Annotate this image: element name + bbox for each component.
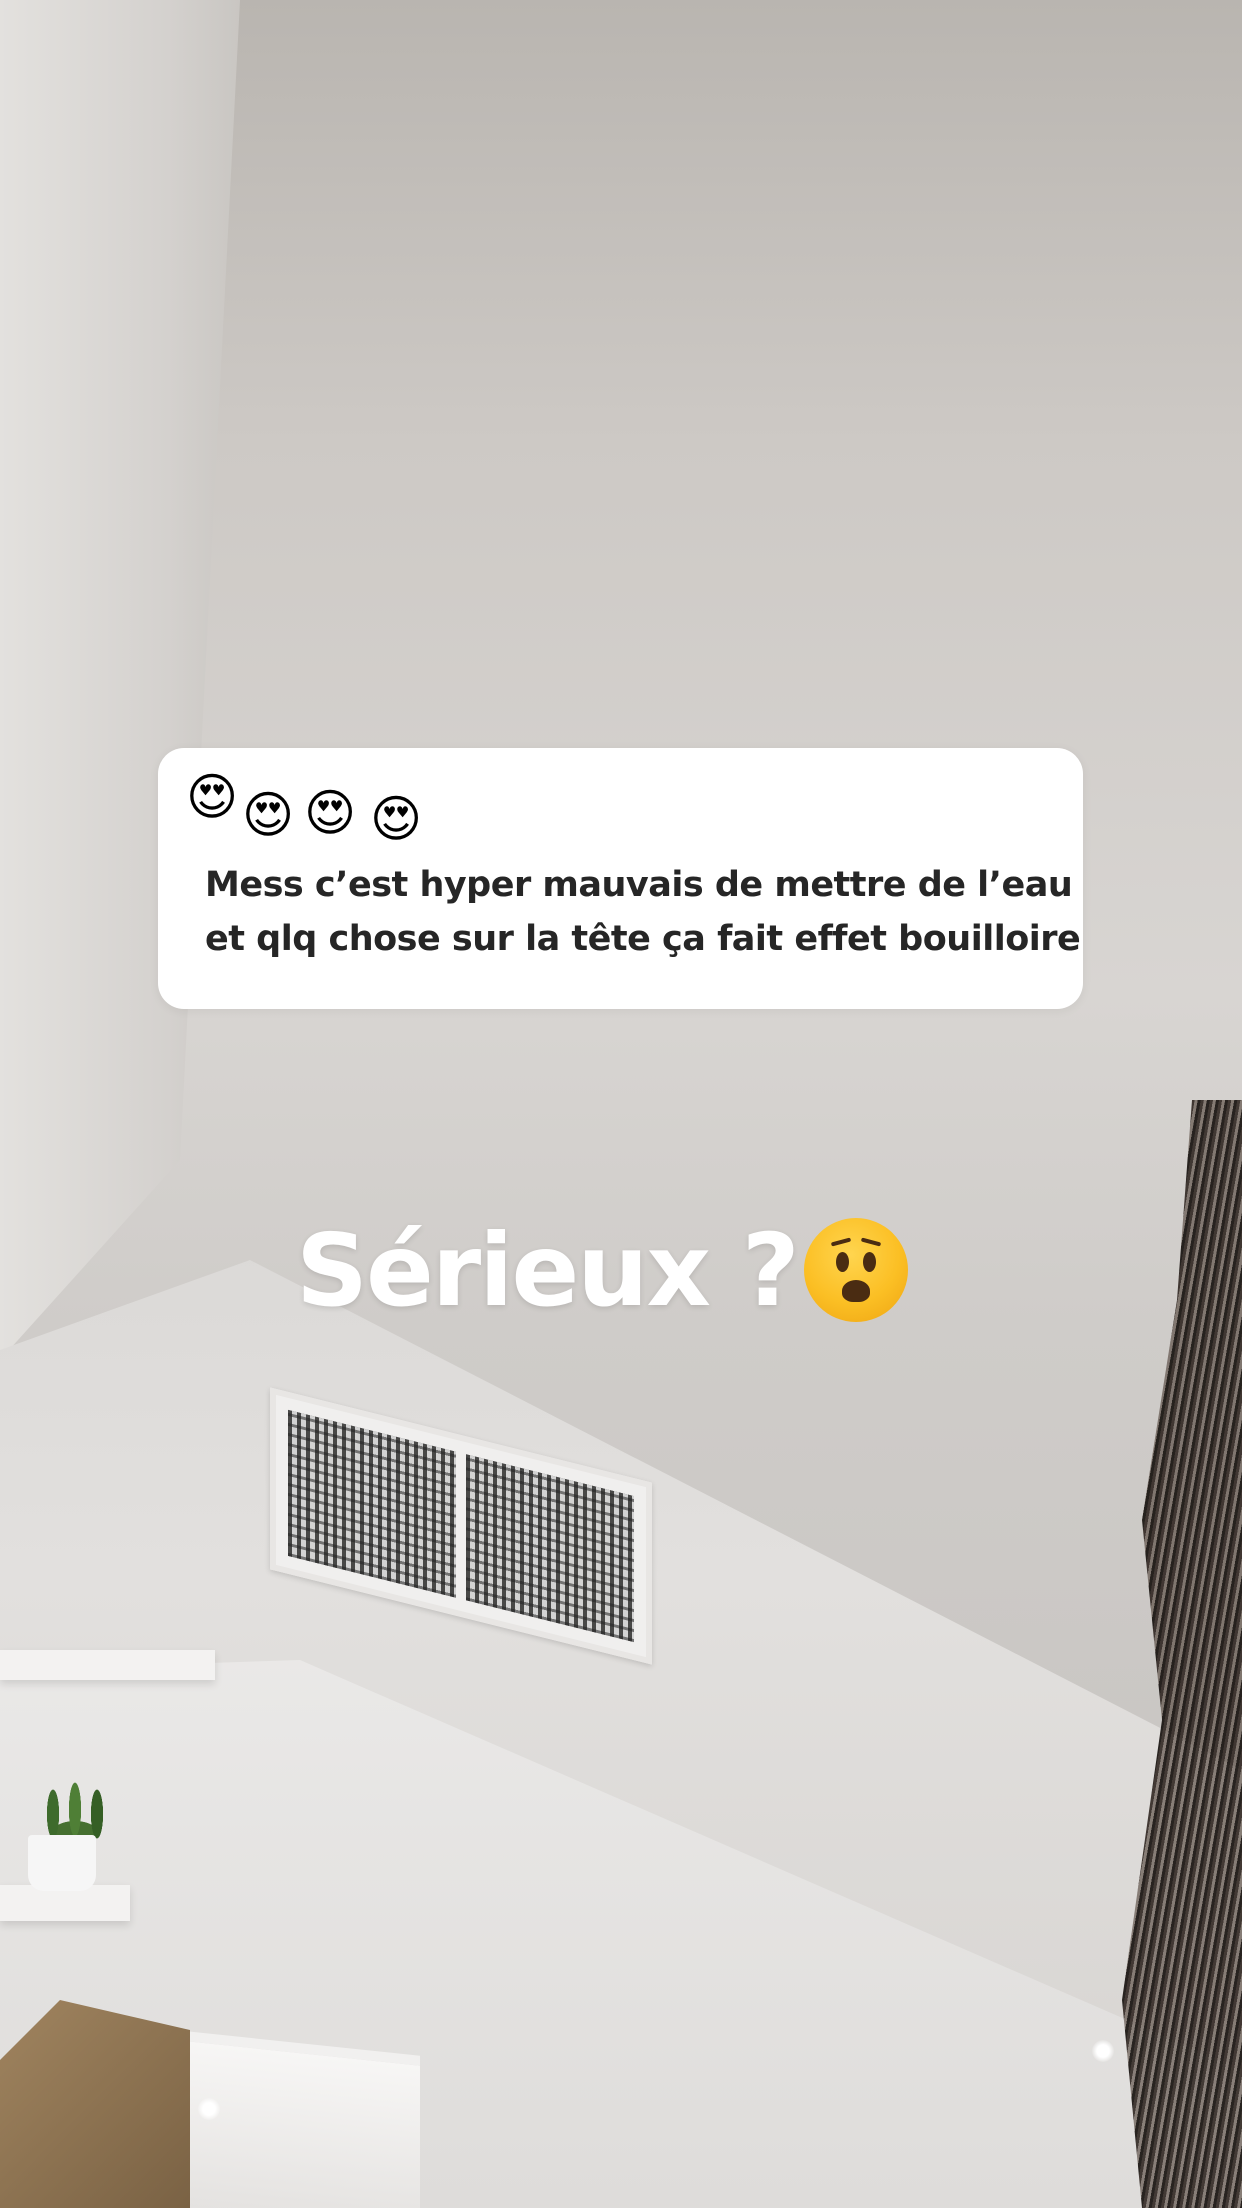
heart-eyes-emoji-icon: 😍 bbox=[370, 790, 423, 848]
heart-eyes-emoji-icon: 😍 bbox=[186, 768, 239, 826]
heart-eyes-emoji-icon: 😍 bbox=[242, 786, 295, 844]
ceiling-light-left bbox=[198, 2098, 220, 2120]
question-text: Mess c’est hyper mauvais de mettre de l’… bbox=[205, 858, 1081, 966]
anguished-face-icon bbox=[803, 1218, 908, 1322]
question-emojis: 😍 😍 😍 😍 bbox=[186, 772, 486, 862]
question-line-1: Mess c’est hyper mauvais de mettre de l’… bbox=[205, 865, 1073, 905]
story-caption: Sérieux ? bbox=[296, 1212, 996, 1329]
plant-pot bbox=[28, 1835, 96, 1891]
story-background bbox=[0, 0, 1242, 2208]
vent-grille-left bbox=[288, 1409, 456, 1598]
question-line-2: et qlq chose sur la tête ça fait effet b… bbox=[205, 919, 1081, 959]
caption-text: Sérieux ? bbox=[296, 1211, 800, 1329]
wall-shelf-top bbox=[0, 1650, 215, 1680]
heart-eyes-emoji-icon: 😍 bbox=[304, 784, 357, 842]
ceiling-light-right bbox=[1092, 2040, 1114, 2062]
vent-grille-right bbox=[466, 1454, 634, 1643]
